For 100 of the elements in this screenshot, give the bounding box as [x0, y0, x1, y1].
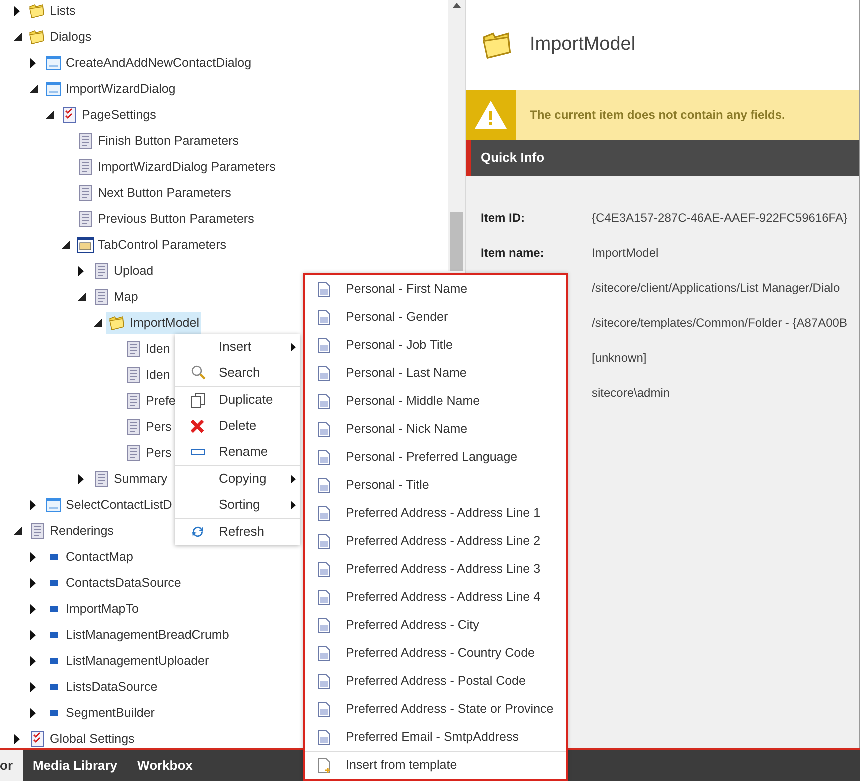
- tree-item[interactable]: Prefe: [122, 390, 178, 412]
- collapsed-caret-icon[interactable]: [30, 630, 36, 640]
- expanded-caret-icon[interactable]: [14, 527, 22, 535]
- tree-item[interactable]: Next Button Parameters: [74, 182, 234, 204]
- menu-item[interactable]: Insert from template: [305, 752, 566, 779]
- menu-item[interactable]: Delete: [175, 413, 300, 439]
- tree-item[interactable]: Pers: [122, 442, 174, 464]
- tree-item[interactable]: Iden: [122, 338, 172, 360]
- tree-item[interactable]: ImportMapTo: [42, 598, 141, 620]
- expanded-caret-icon[interactable]: [30, 85, 38, 93]
- menu-item[interactable]: Search: [175, 360, 300, 386]
- collapsed-caret-icon[interactable]: [30, 604, 36, 614]
- text-field-icon: [191, 449, 205, 455]
- tree-item[interactable]: Upload: [90, 260, 156, 282]
- collapsed-caret-icon[interactable]: [30, 656, 36, 666]
- expanded-caret-icon[interactable]: [94, 319, 102, 327]
- document-icon: [127, 445, 140, 461]
- menu-item[interactable]: Copying: [175, 466, 300, 492]
- menu-item[interactable]: Preferred Address - City: [305, 611, 566, 639]
- collapsed-caret-icon[interactable]: [78, 266, 84, 276]
- expanded-caret-icon[interactable]: [46, 111, 54, 119]
- menu-item[interactable]: Personal - Title: [305, 471, 566, 499]
- document-icon: [318, 282, 330, 296]
- tree-item[interactable]: Finish Button Parameters: [74, 130, 242, 152]
- copy-icon: [191, 392, 206, 408]
- document-icon: [318, 702, 330, 716]
- tree-item[interactable]: Pers: [122, 416, 174, 438]
- tree-item[interactable]: Renderings: [26, 520, 116, 542]
- section-header[interactable]: Quick Info: [466, 140, 859, 176]
- collapsed-caret-icon[interactable]: [30, 500, 36, 510]
- tree-item[interactable]: ContactsDataSource: [42, 572, 184, 594]
- tree-item[interactable]: ContactMap: [42, 546, 136, 568]
- collapsed-caret-icon[interactable]: [30, 708, 36, 718]
- menu-item[interactable]: Personal - Preferred Language: [305, 443, 566, 471]
- tree-item[interactable]: Summary: [90, 468, 170, 490]
- tree-item[interactable]: ListsDataSource: [42, 676, 160, 698]
- submenu-caret-icon: [291, 474, 296, 484]
- bottom-tab[interactable]: Media Library: [23, 750, 128, 781]
- collapsed-caret-icon[interactable]: [30, 552, 36, 562]
- tree-item[interactable]: ListManagementUploader: [42, 650, 212, 672]
- menu-item[interactable]: Sorting: [175, 492, 300, 518]
- collapsed-caret-icon[interactable]: [30, 58, 36, 68]
- menu-item[interactable]: Personal - Job Title: [305, 331, 566, 359]
- collapsed-caret-icon[interactable]: [78, 474, 84, 484]
- folder-icon: [482, 30, 514, 60]
- tree-item[interactable]: ImportWizardDialog: [42, 78, 178, 100]
- new-document-icon: [318, 758, 331, 773]
- menu-item[interactable]: Rename: [175, 439, 300, 465]
- bottom-tab[interactable]: Workbox: [128, 750, 203, 781]
- window-icon: [46, 498, 61, 512]
- menu-item[interactable]: Preferred Address - Address Line 2: [305, 527, 566, 555]
- expanded-caret-icon[interactable]: [62, 241, 70, 249]
- document-icon: [318, 478, 330, 492]
- menu-item[interactable]: Personal - Nick Name: [305, 415, 566, 443]
- bottom-tab[interactable]: or: [0, 750, 23, 781]
- tree-item[interactable]: Map: [90, 286, 140, 308]
- menu-item[interactable]: Personal - Gender: [305, 303, 566, 331]
- expanded-caret-icon[interactable]: [14, 33, 22, 41]
- tree-item[interactable]: SelectContactListD: [42, 494, 174, 516]
- menu-item[interactable]: Personal - First Name: [305, 275, 566, 303]
- menu-item[interactable]: Duplicate: [175, 387, 300, 413]
- document-icon: [318, 310, 330, 324]
- menu-item[interactable]: Preferred Address - Address Line 1: [305, 499, 566, 527]
- menu-item[interactable]: Preferred Address - Address Line 4: [305, 583, 566, 611]
- menu-item[interactable]: Insert: [175, 334, 300, 360]
- menu-item[interactable]: Personal - Last Name: [305, 359, 566, 387]
- menu-item[interactable]: Preferred Address - Country Code: [305, 639, 566, 667]
- menu-item[interactable]: Preferred Address - Address Line 3: [305, 555, 566, 583]
- menu-item[interactable]: Personal - Middle Name: [305, 387, 566, 415]
- checklist-icon: [63, 107, 76, 123]
- menu-item[interactable]: Refresh: [175, 519, 300, 545]
- document-icon: [79, 185, 92, 201]
- tree-item[interactable]: CreateAndAddNewContactDialog: [42, 52, 254, 74]
- tree-item[interactable]: ImportModel: [106, 312, 202, 334]
- expanded-caret-icon[interactable]: [78, 293, 86, 301]
- collapsed-caret-icon[interactable]: [14, 734, 20, 744]
- tree-item[interactable]: Previous Button Parameters: [74, 208, 256, 230]
- scroll-up-icon[interactable]: [452, 3, 460, 8]
- document-icon: [95, 289, 108, 305]
- scrollbar-thumb[interactable]: [450, 212, 463, 271]
- tree-item[interactable]: SegmentBuilder: [42, 702, 157, 724]
- document-icon: [318, 338, 330, 352]
- tree-item[interactable]: ImportWizardDialog Parameters: [74, 156, 278, 178]
- tree-item[interactable]: PageSettings: [58, 104, 158, 126]
- scrollbar[interactable]: [448, 0, 465, 271]
- tree-item[interactable]: Iden: [122, 364, 172, 386]
- tree-item[interactable]: Global Settings: [26, 728, 137, 748]
- menu-item[interactable]: Preferred Address - State or Province: [305, 695, 566, 723]
- tree-item[interactable]: ListManagementBreadCrumb: [42, 624, 232, 646]
- collapsed-caret-icon[interactable]: [30, 682, 36, 692]
- rendering-icon: [50, 658, 58, 664]
- tree-item[interactable]: Dialogs: [26, 26, 94, 48]
- rendering-icon: [50, 710, 58, 716]
- collapsed-caret-icon[interactable]: [30, 578, 36, 588]
- tree-item[interactable]: TabControl Parameters: [74, 234, 229, 256]
- collapsed-caret-icon[interactable]: [14, 6, 20, 16]
- menu-item[interactable]: Preferred Address - Postal Code: [305, 667, 566, 695]
- document-icon: [318, 674, 330, 688]
- tree-item[interactable]: Lists: [26, 0, 78, 22]
- menu-item[interactable]: Preferred Email - SmtpAddress: [305, 723, 566, 751]
